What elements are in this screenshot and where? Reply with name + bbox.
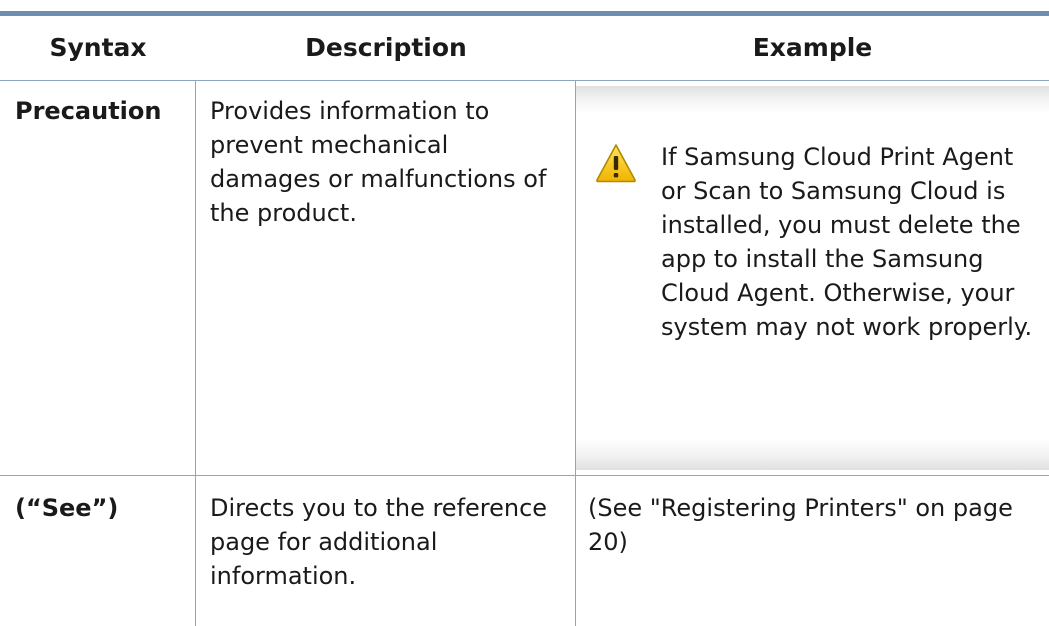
column-divider-1	[195, 81, 196, 626]
caution-triangle-icon	[596, 144, 636, 183]
row-see-syntax: (“See”)	[15, 494, 119, 522]
conventions-table: Syntax Description Example Precaution Pr…	[0, 11, 1049, 626]
header-description: Description	[305, 33, 467, 62]
row-see-example[interactable]: (See "Registering Printers" on page 20)	[588, 491, 1028, 559]
row-precaution-description: Provides information to prevent mechanic…	[210, 97, 547, 227]
row-precaution-example: If Samsung Cloud Print Agent or Scan to …	[661, 143, 1033, 341]
header-example: Example	[752, 33, 873, 62]
row-divider	[0, 475, 1049, 476]
row-precaution-syntax: Precaution	[15, 97, 162, 125]
row-see-description: Directs you to the reference page for ad…	[210, 494, 548, 590]
caution-note-box: If Samsung Cloud Print Agent or Scan to …	[576, 86, 1049, 470]
table-header-row: Syntax Description Example	[0, 16, 1049, 81]
header-syntax: Syntax	[49, 33, 147, 62]
